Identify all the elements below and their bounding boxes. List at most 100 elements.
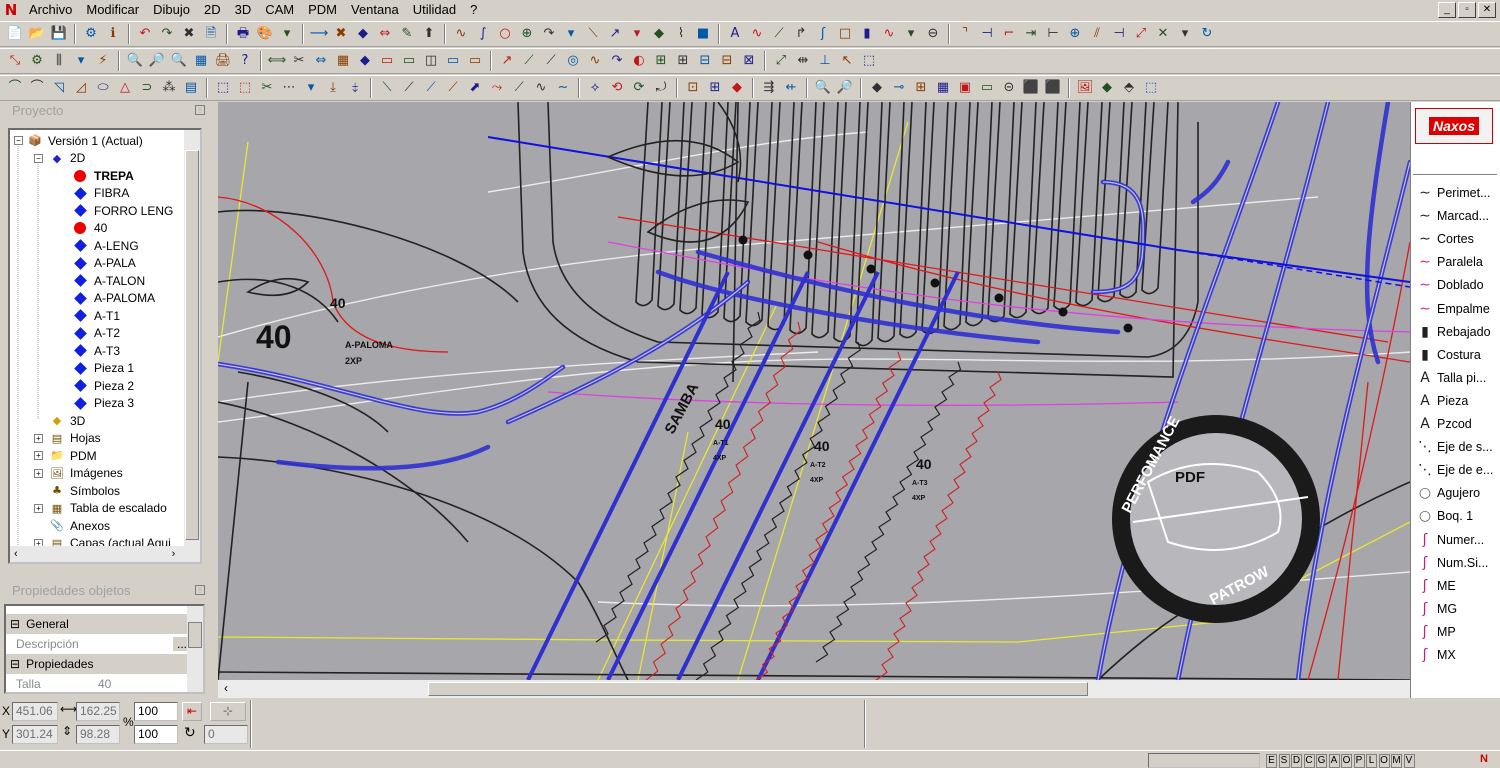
- toolbar-tool-icon[interactable]: ⊞: [672, 51, 694, 71]
- toolbar-tool-icon[interactable]: △: [114, 78, 136, 98]
- toolbar-tool-icon[interactable]: ∫: [472, 24, 494, 44]
- toolbar-tool-icon[interactable]: ⬚: [1140, 78, 1162, 98]
- toolbar-tool-icon[interactable]: ▦: [332, 51, 354, 71]
- toolbar-tool-icon[interactable]: ⇥: [1020, 24, 1042, 44]
- toolbar-tool-icon[interactable]: ⤓: [322, 78, 344, 98]
- toolbar-tool-icon[interactable]: ⬈: [464, 78, 486, 98]
- menu-item[interactable]: 2D: [197, 0, 228, 20]
- toolbar-tool-icon[interactable]: ▭: [398, 51, 420, 71]
- property-value[interactable]: 40: [94, 677, 191, 691]
- minimize-button[interactable]: _: [1438, 2, 1456, 18]
- toolbar-tool-icon[interactable]: ⌐: [998, 24, 1020, 44]
- toolbar-tool-icon[interactable]: ◎: [562, 51, 584, 71]
- toolbar-tool-icon[interactable]: ⤳: [486, 78, 508, 98]
- toolbar-tool-icon[interactable]: ∿: [746, 24, 768, 44]
- toolbar-tool-icon[interactable]: ↷: [156, 24, 178, 44]
- status-toggle[interactable]: O: [1378, 754, 1390, 768]
- tree-expander-icon[interactable]: +: [34, 503, 43, 513]
- layer-tool-item[interactable]: ∼ Cortes: [1415, 228, 1474, 250]
- toolbar-tool-icon[interactable]: 🖼: [1074, 78, 1096, 98]
- toolbar-tool-icon[interactable]: ⊟: [716, 51, 738, 71]
- toolbar-tool-icon[interactable]: ⟋: [398, 78, 420, 98]
- dy-field[interactable]: 98.28: [76, 725, 120, 744]
- tree-item[interactable]: Pieza 3: [74, 395, 134, 412]
- status-toggle[interactable]: A: [1328, 754, 1340, 768]
- toolbar-tool-icon[interactable]: ⤡: [4, 51, 26, 71]
- toolbar-tool-icon[interactable]: ▦: [932, 78, 954, 98]
- toolbar-tool-icon[interactable]: ✖: [330, 24, 352, 44]
- toolbar-tool-icon[interactable]: ⬭: [92, 78, 114, 98]
- toolbar-tool-icon[interactable]: ⚙: [80, 24, 102, 44]
- toolbar-tool-icon[interactable]: ■: [692, 24, 714, 44]
- toolbar-tool-icon[interactable]: ⬘: [1118, 78, 1140, 98]
- zoom-field-2[interactable]: 100: [134, 725, 178, 744]
- layer-tool-item[interactable]: ∼ Doblado: [1415, 274, 1483, 296]
- toolbar-tool-icon[interactable]: ⤢: [770, 51, 792, 71]
- tree-expander-icon[interactable]: −: [14, 136, 23, 145]
- tree-item[interactable]: 40: [74, 220, 107, 237]
- toolbar-tool-icon[interactable]: ⊃: [136, 78, 158, 98]
- layer-tool-item[interactable]: ∼ Marcad...: [1415, 205, 1489, 227]
- toolbar-tool-icon[interactable]: ◹: [48, 78, 70, 98]
- toolbar-tool-icon[interactable]: ⊕: [1064, 24, 1086, 44]
- collapse-icon[interactable]: ⊟: [10, 617, 20, 631]
- toolbar-tool-icon[interactable]: ⬛: [1020, 78, 1042, 98]
- tree-vertical-scrollbar[interactable]: [184, 130, 200, 562]
- menu-item[interactable]: PDM: [301, 0, 344, 20]
- toolbar-tool-icon[interactable]: ⬚: [234, 78, 256, 98]
- toolbar-tool-icon[interactable]: ⟳: [628, 78, 650, 98]
- angle-field[interactable]: 0: [204, 725, 248, 744]
- layer-tool-item[interactable]: ∼ Paralela: [1415, 251, 1483, 273]
- toolbar-tool-icon[interactable]: ◆: [354, 51, 376, 71]
- toolbar-tool-icon[interactable]: ⬚: [858, 51, 880, 71]
- tree-item[interactable]: 📦 Versión 1 (Actual): [28, 132, 143, 149]
- toolbar-tool-icon[interactable]: ʃ: [812, 24, 834, 44]
- layer-tool-item[interactable]: A Pzcod: [1415, 413, 1472, 435]
- toolbar-tool-icon[interactable]: ?: [234, 51, 256, 71]
- toolbar-tool-icon[interactable]: ⊝: [998, 78, 1020, 98]
- toolbar-tool-icon[interactable]: ⟋: [442, 78, 464, 98]
- toolbar-tool-icon[interactable]: ⫼: [48, 51, 70, 71]
- tree-item[interactable]: ◆ 2D: [50, 150, 86, 167]
- menu-item[interactable]: 3D: [228, 0, 259, 20]
- properties-scrollbar[interactable]: [187, 606, 203, 692]
- layer-tool-item[interactable]: ○ Boq. 1: [1415, 505, 1473, 527]
- toolbar-tool-icon[interactable]: ▭: [976, 78, 998, 98]
- toolbar-tool-icon[interactable]: ⌒: [26, 78, 48, 98]
- tree-expander-icon[interactable]: −: [34, 153, 43, 163]
- status-toggle[interactable]: E: [1266, 754, 1277, 768]
- toolbar-tool-icon[interactable]: ⊞: [910, 78, 932, 98]
- toolbar-tool-icon[interactable]: ◆: [726, 78, 748, 98]
- tree-expander-icon[interactable]: +: [34, 451, 43, 460]
- toolbar-tool-icon[interactable]: ⊞: [704, 78, 726, 98]
- layer-tool-item[interactable]: ʃ MG: [1415, 598, 1458, 620]
- layer-tool-item[interactable]: ʃ MX: [1415, 644, 1456, 666]
- toolbar-tool-icon[interactable]: ⊠: [738, 51, 760, 71]
- toolbar-tool-icon[interactable]: ▦: [190, 51, 212, 71]
- toolbar-tool-icon[interactable]: □: [834, 24, 856, 44]
- toolbar-tool-icon[interactable]: ▾: [560, 24, 582, 44]
- toolbar-tool-icon[interactable]: ⊟: [694, 51, 716, 71]
- toolbar-tool-icon[interactable]: ⟡: [584, 78, 606, 98]
- layer-tool-item[interactable]: ⋱ Eje de e...: [1415, 459, 1493, 481]
- tree-item[interactable]: Pieza 2: [74, 377, 134, 394]
- toolbar-tool-icon[interactable]: ⤈: [344, 78, 366, 98]
- toolbar-tool-icon[interactable]: ⌇: [670, 24, 692, 44]
- toolbar-tool-icon[interactable]: ∼: [552, 78, 574, 98]
- tree-item[interactable]: A-TALON: [74, 272, 145, 289]
- canvas-horizontal-scrollbar[interactable]: ‹: [218, 680, 1410, 698]
- toolbar-tool-icon[interactable]: ⟋: [540, 51, 562, 71]
- toolbar-tool-icon[interactable]: ⟍: [582, 24, 604, 44]
- toolbar-tool-icon[interactable]: ⊢: [1042, 24, 1064, 44]
- tree-item[interactable]: 📁 PDM: [50, 447, 97, 464]
- tree-item[interactable]: 🖼 Imágenes: [50, 465, 123, 482]
- status-toggle[interactable]: G: [1316, 754, 1327, 768]
- toolbar-tool-icon[interactable]: ◆: [1096, 78, 1118, 98]
- restore-button[interactable]: ▫: [1458, 2, 1476, 18]
- status-toggle[interactable]: L: [1366, 754, 1377, 768]
- menu-item[interactable]: CAM: [258, 0, 301, 20]
- tree-expander-icon[interactable]: +: [34, 433, 43, 443]
- toolbar-tool-icon[interactable]: ⟋: [508, 78, 530, 98]
- tree-item[interactable]: ♣ Símbolos: [50, 482, 120, 499]
- toolbar-tool-icon[interactable]: ⌒: [4, 78, 26, 98]
